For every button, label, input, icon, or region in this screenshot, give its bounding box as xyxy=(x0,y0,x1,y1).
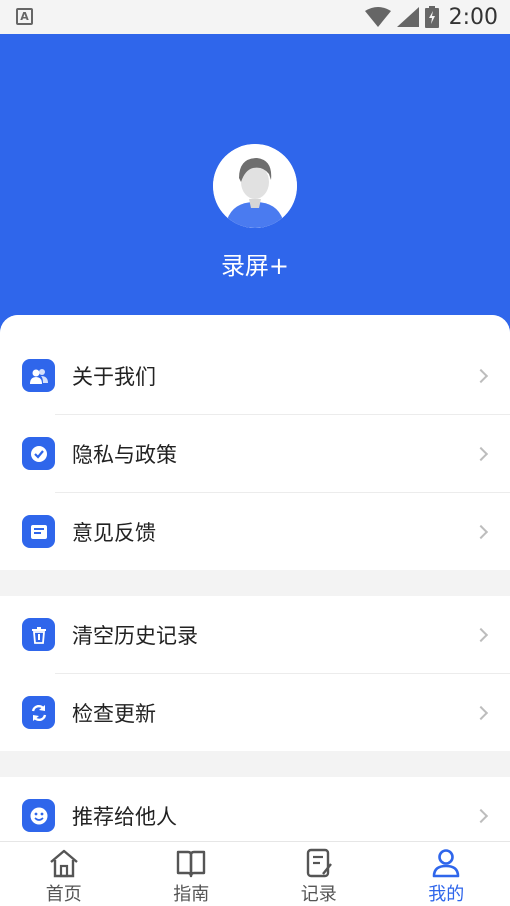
menu-card: 关于我们 隐私与政策 意见反馈 清空历史记录 检查更新 推荐给他人 xyxy=(0,315,510,841)
notification-app-icon: A xyxy=(16,8,33,25)
wifi-icon xyxy=(364,7,391,27)
menu-item-check-update[interactable]: 检查更新 xyxy=(0,674,510,751)
menu-item-clear-history[interactable]: 清空历史记录 xyxy=(0,596,510,673)
users-icon xyxy=(22,359,55,392)
menu-item-privacy[interactable]: 隐私与政策 xyxy=(0,415,510,492)
tab-mine[interactable]: 我的 xyxy=(383,842,510,906)
app-name: 录屏+ xyxy=(220,252,290,280)
section-gap xyxy=(0,570,510,596)
menu-item-label: 检查更新 xyxy=(72,701,156,726)
menu-group: 推荐给他人 xyxy=(0,777,510,841)
tab-label: 我的 xyxy=(428,884,465,905)
chevron-right-icon xyxy=(473,705,489,720)
note-icon xyxy=(302,848,336,878)
tab-label: 记录 xyxy=(300,884,337,905)
shield-check-icon xyxy=(22,437,55,470)
refresh-icon xyxy=(22,696,55,729)
smile-icon xyxy=(22,799,55,832)
chevron-right-icon xyxy=(473,627,489,642)
menu-group: 清空历史记录 检查更新 xyxy=(0,596,510,751)
menu-item-label: 意见反馈 xyxy=(72,520,156,545)
menu-item-label: 清空历史记录 xyxy=(72,623,198,648)
menu-item-about[interactable]: 关于我们 xyxy=(0,337,510,414)
section-gap xyxy=(0,751,510,777)
avatar-person-icon xyxy=(213,144,297,228)
profile-header: 录屏+ xyxy=(0,34,510,344)
home-icon xyxy=(47,848,81,878)
status-bar: A 2:00 xyxy=(0,0,510,34)
tab-home[interactable]: 首页 xyxy=(0,842,128,906)
chevron-right-icon xyxy=(473,368,489,383)
menu-group: 关于我们 隐私与政策 意见反馈 xyxy=(0,315,510,570)
tab-records[interactable]: 记录 xyxy=(255,842,383,906)
tab-guide[interactable]: 指南 xyxy=(128,842,256,906)
menu-item-feedback[interactable]: 意见反馈 xyxy=(0,493,510,570)
menu-item-label: 关于我们 xyxy=(72,364,156,389)
book-icon xyxy=(174,848,208,878)
bottom-tab-bar: 首页 指南 记录 我的 xyxy=(0,841,510,906)
trash-icon xyxy=(22,618,55,651)
menu-item-label: 推荐给他人 xyxy=(72,804,177,829)
menu-item-recommend[interactable]: 推荐给他人 xyxy=(0,777,510,841)
clock: 2:00 xyxy=(448,4,498,30)
chevron-right-icon xyxy=(473,808,489,823)
feedback-icon xyxy=(22,515,55,548)
menu-item-label: 隐私与政策 xyxy=(72,442,177,467)
person-icon xyxy=(429,848,463,878)
chevron-right-icon xyxy=(473,524,489,539)
battery-icon xyxy=(424,6,439,28)
tab-label: 首页 xyxy=(45,884,82,905)
avatar[interactable] xyxy=(213,144,297,228)
tab-label: 指南 xyxy=(173,884,210,905)
signal-icon xyxy=(396,7,419,27)
chevron-right-icon xyxy=(473,446,489,461)
